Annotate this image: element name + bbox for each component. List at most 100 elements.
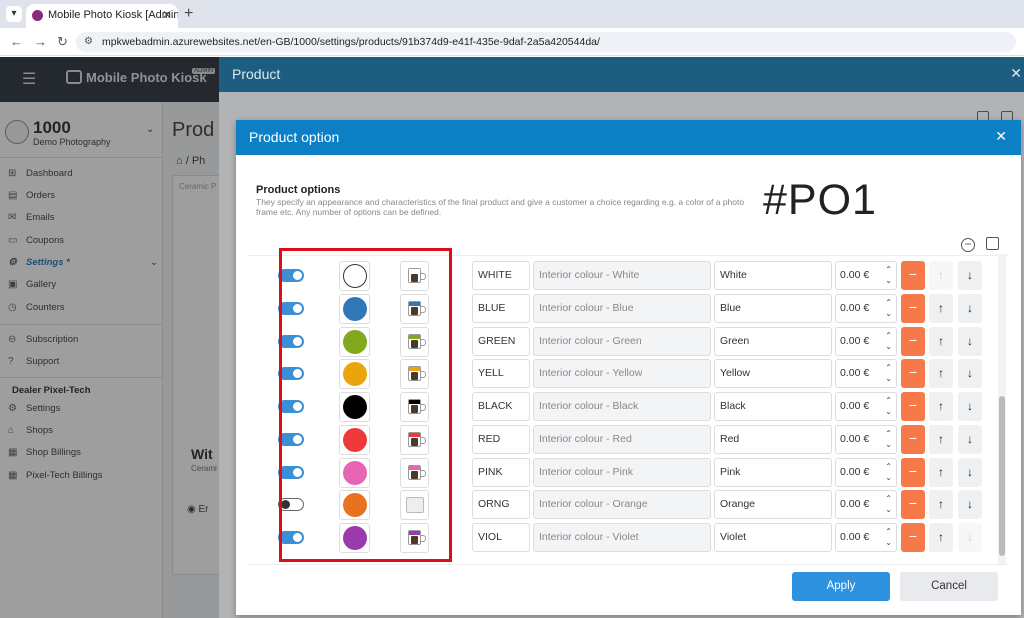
- collapse-all-icon[interactable]: −: [961, 238, 975, 252]
- option-code-field[interactable]: RED: [472, 424, 530, 454]
- option-code-field[interactable]: BLACK: [472, 392, 530, 421]
- remove-option-button[interactable]: −: [901, 424, 925, 454]
- option-code-field[interactable]: VIOL: [472, 523, 530, 552]
- section-title: Product options: [256, 184, 341, 196]
- close-icon[interactable]: ✕: [1010, 65, 1022, 82]
- modal-header: Product option ✕: [236, 120, 1021, 155]
- option-code: #PO1: [763, 176, 877, 224]
- move-up-button[interactable]: ↑: [929, 326, 953, 356]
- option-name-field[interactable]: Interior colour - Red: [533, 424, 711, 454]
- move-down-button[interactable]: ↓: [958, 490, 982, 520]
- remove-option-button[interactable]: −: [901, 523, 925, 552]
- move-down-button[interactable]: ↓: [958, 293, 982, 323]
- move-down-button[interactable]: ↓: [958, 392, 982, 421]
- remove-option-button[interactable]: −: [901, 490, 925, 520]
- price-text: 0.00 €: [840, 465, 870, 478]
- remove-option-button[interactable]: −: [901, 392, 925, 421]
- option-code-field[interactable]: BLUE: [472, 293, 530, 323]
- move-down-button[interactable]: ↓: [958, 326, 982, 356]
- spinner-icon[interactable]: ⌃ ⌄: [885, 428, 892, 450]
- apply-button[interactable]: Apply: [792, 572, 890, 601]
- remove-option-button[interactable]: −: [901, 326, 925, 356]
- price-text: 0.00 €: [840, 367, 870, 380]
- option-value-field[interactable]: Blue: [714, 293, 832, 323]
- spinner-icon[interactable]: ⌃ ⌄: [885, 395, 892, 417]
- move-down-button[interactable]: ↓: [958, 523, 982, 552]
- scrollbar-thumb[interactable]: [999, 396, 1005, 556]
- reload-icon[interactable]: ↻: [57, 34, 68, 50]
- option-price-field[interactable]: 0.00 € ⌃ ⌄: [835, 359, 897, 389]
- remove-option-button[interactable]: −: [901, 457, 925, 487]
- move-up-button[interactable]: ↑: [929, 457, 953, 487]
- option-code-field[interactable]: GREEN: [472, 326, 530, 356]
- spinner-icon[interactable]: ⌃ ⌄: [885, 493, 892, 515]
- move-up-button[interactable]: ↑: [929, 523, 953, 552]
- move-up-button[interactable]: ↑: [929, 392, 953, 421]
- move-up-button[interactable]: ↑: [929, 293, 953, 323]
- spinner-icon[interactable]: ⌃ ⌄: [885, 362, 892, 384]
- section-description: They specify an appearance and character…: [256, 197, 745, 217]
- move-down-button[interactable]: ↓: [958, 457, 982, 487]
- option-price-field[interactable]: 0.00 € ⌃ ⌄: [835, 424, 897, 454]
- option-name-field[interactable]: Interior colour - Yellow: [533, 359, 711, 389]
- copy-icon[interactable]: [986, 237, 999, 250]
- remove-option-button[interactable]: −: [901, 293, 925, 323]
- spinner-icon[interactable]: ⌃ ⌄: [885, 526, 892, 548]
- back-icon[interactable]: ←: [10, 34, 23, 49]
- option-price-field[interactable]: 0.00 € ⌃ ⌄: [835, 457, 897, 487]
- spinner-icon[interactable]: ⌃ ⌄: [885, 264, 892, 286]
- option-value-field[interactable]: Black: [714, 392, 832, 421]
- price-text: 0.00 €: [840, 334, 870, 347]
- option-value-field[interactable]: Green: [714, 326, 832, 356]
- move-up-button[interactable]: ↑: [929, 490, 953, 520]
- option-value-field[interactable]: White: [714, 261, 832, 290]
- option-price-field[interactable]: 0.00 € ⌃ ⌄: [835, 523, 897, 552]
- spinner-icon[interactable]: ⌃ ⌄: [885, 330, 892, 352]
- remove-option-button[interactable]: −: [901, 261, 925, 290]
- price-text: 0.00 €: [840, 301, 870, 314]
- browser-tabbar: ▾ Mobile Photo Kiosk [Admin] ✕ +: [0, 0, 1024, 28]
- tab-close-icon[interactable]: ✕: [162, 4, 172, 26]
- move-up-button[interactable]: ↑: [929, 359, 953, 389]
- option-code-field[interactable]: YELL: [472, 359, 530, 389]
- url-field[interactable]: ⚙ mpkwebadmin.azurewebsites.net/en-GB/10…: [76, 32, 1016, 52]
- move-down-button[interactable]: ↓: [958, 424, 982, 454]
- move-up-button[interactable]: ↑: [929, 424, 953, 454]
- option-name-field[interactable]: Interior colour - White: [533, 261, 711, 290]
- option-code-field[interactable]: ORNG: [472, 490, 530, 520]
- cancel-button[interactable]: Cancel: [900, 572, 998, 601]
- option-price-field[interactable]: 0.00 € ⌃ ⌄: [835, 392, 897, 421]
- option-name-field[interactable]: Interior colour - Violet: [533, 523, 711, 552]
- move-up-button[interactable]: ↑: [929, 261, 953, 290]
- move-down-button[interactable]: ↓: [958, 261, 982, 290]
- site-info-icon[interactable]: ⚙: [84, 32, 93, 52]
- forward-icon[interactable]: →: [34, 34, 47, 49]
- option-name-field[interactable]: Interior colour - Green: [533, 326, 711, 356]
- option-value-field[interactable]: Pink: [714, 457, 832, 487]
- option-code-field[interactable]: WHITE: [472, 261, 530, 290]
- option-code-field[interactable]: PINK: [472, 457, 530, 487]
- option-value-field[interactable]: Red: [714, 424, 832, 454]
- product-option-modal: Product option ✕ Product options They sp…: [236, 120, 1021, 615]
- option-value-field[interactable]: Yellow: [714, 359, 832, 389]
- tab-search-icon[interactable]: ▾: [6, 6, 22, 22]
- option-name-field[interactable]: Interior colour - Orange: [533, 490, 711, 520]
- browser-tab[interactable]: Mobile Photo Kiosk [Admin] ✕: [26, 4, 178, 28]
- new-tab-icon[interactable]: +: [184, 4, 193, 24]
- option-value-field[interactable]: Violet: [714, 523, 832, 552]
- option-name-field[interactable]: Interior colour - Black: [533, 392, 711, 421]
- option-price-field[interactable]: 0.00 € ⌃ ⌄: [835, 261, 897, 290]
- option-price-field[interactable]: 0.00 € ⌃ ⌄: [835, 326, 897, 356]
- option-name-field[interactable]: Interior colour - Blue: [533, 293, 711, 323]
- move-down-button[interactable]: ↓: [958, 359, 982, 389]
- option-value-field[interactable]: Orange: [714, 490, 832, 520]
- spinner-icon[interactable]: ⌃ ⌄: [885, 297, 892, 319]
- option-name-field[interactable]: Interior colour - Pink: [533, 457, 711, 487]
- remove-option-button[interactable]: −: [901, 359, 925, 389]
- spinner-icon[interactable]: ⌃ ⌄: [885, 461, 892, 483]
- scrollbar[interactable]: [998, 254, 1006, 564]
- option-price-field[interactable]: 0.00 € ⌃ ⌄: [835, 293, 897, 323]
- price-text: 0.00 €: [840, 269, 870, 281]
- close-icon[interactable]: ✕: [995, 128, 1007, 145]
- option-price-field[interactable]: 0.00 € ⌃ ⌄: [835, 490, 897, 520]
